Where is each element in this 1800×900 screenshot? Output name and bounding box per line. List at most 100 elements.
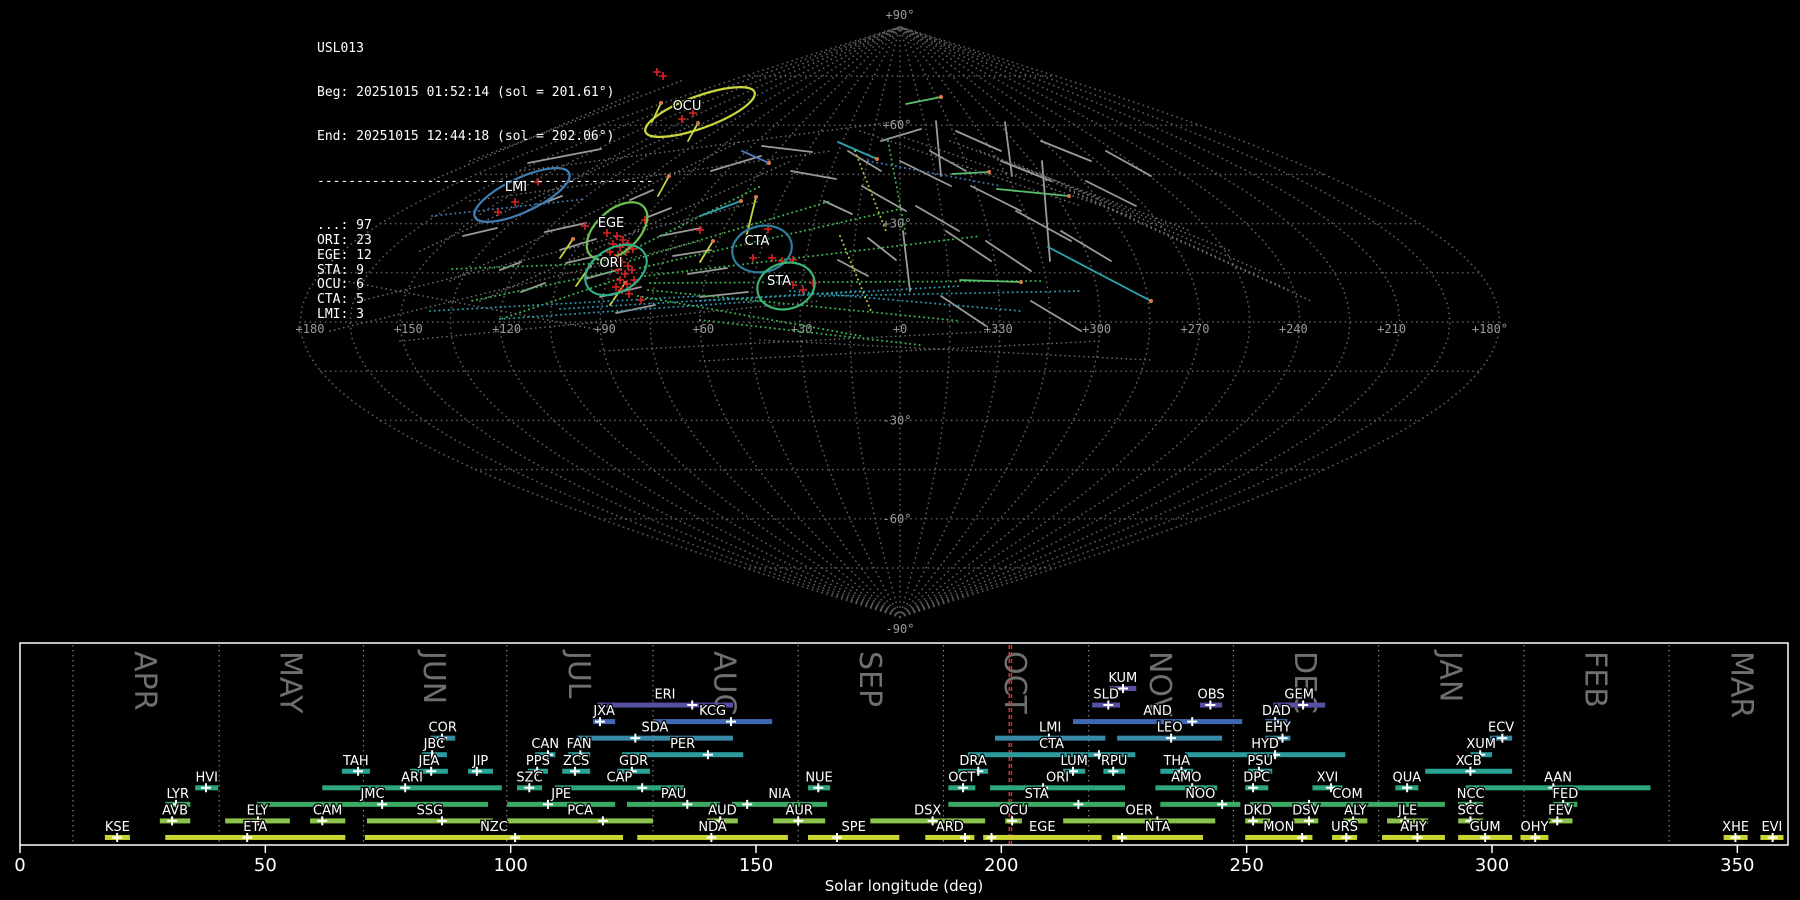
svg-text:NZC: NZC [480,820,508,835]
svg-text:NIA: NIA [768,787,791,802]
svg-text:DSX: DSX [914,803,941,818]
svg-text:GDR: GDR [619,754,648,769]
separator-line: ----------------------------------------… [317,173,654,189]
radiant-cross-icon [696,226,704,234]
svg-text:AUD: AUD [708,803,736,818]
svg-text:FED: FED [1553,787,1579,802]
month-label: APR [127,651,162,710]
shower-count-list: ...: 97 ORI: 23 EGE: 12 STA: 9 OCU: 6 CTA: 5L… [317,218,654,323]
svg-text:EHY: EHY [1265,721,1291,736]
svg-text:XVI: XVI [1317,770,1339,785]
svg-text:LYR: LYR [167,787,190,802]
svg-text:KCG: KCG [699,704,726,719]
svg-text:FAN: FAN [567,737,592,752]
svg-text:XHE: XHE [1722,820,1749,835]
svg-text:+90°: +90° [886,8,915,22]
svg-text:CAP: CAP [606,770,632,785]
session-end: End: 20251015 12:44:18 (sol = 202.06°) [317,129,615,145]
svg-text:COM: COM [1332,787,1363,802]
count-line: LMI: 3 [317,306,364,322]
svg-text:NTA: NTA [1145,820,1171,835]
month-label: JUL [561,649,596,699]
peak-marker-icon [1297,832,1308,842]
svg-text:JLE: JLE [1397,803,1417,818]
svg-text:ERI: ERI [654,688,675,703]
activity-bar-ssg [366,818,494,824]
svg-text:NUE: NUE [805,770,832,785]
month-label: FEB [1578,651,1613,708]
svg-text:AVB: AVB [162,803,188,818]
month-label: MAR [1723,651,1758,718]
svg-text:AAN: AAN [1544,770,1572,785]
svg-text:50: 50 [254,855,277,876]
svg-text:PPS: PPS [526,754,550,769]
svg-text:JBC: JBC [423,737,446,752]
svg-text:LUM: LUM [1061,754,1088,769]
peak-marker-icon [1073,799,1084,809]
activity-bar-jmc [256,801,489,807]
svg-text:DSV: DSV [1292,803,1319,818]
svg-text:COR: COR [429,721,457,736]
svg-text:PAU: PAU [661,787,686,802]
svg-text:+0: +0 [893,322,907,336]
activity-bar-cam [309,818,346,824]
svg-text:+270: +270 [1181,322,1210,336]
radiant-cross-icon [749,254,757,262]
svg-text:CTA: CTA [745,234,770,249]
activity-bar-jpe [507,801,616,807]
session-id: USL013 [317,40,364,56]
svg-text:QUA: QUA [1393,770,1422,785]
activity-bar-ege [983,834,1102,840]
svg-text:HVI: HVI [195,770,218,785]
count-line: OCU: 6 [317,277,364,293]
activity-bar-spe [808,834,900,840]
svg-text:SZC: SZC [516,770,542,785]
svg-text:NOO: NOO [1185,787,1215,802]
svg-text:SSG: SSG [417,803,444,818]
radiant-cross-icon [678,115,686,123]
svg-text:AND: AND [1143,704,1172,719]
month-label: JUN [416,649,451,704]
svg-text:JIP: JIP [472,754,489,769]
svg-text:ECV: ECV [1488,721,1514,736]
svg-text:PCA: PCA [567,803,593,818]
svg-text:-30°: -30° [883,413,912,427]
svg-text:SDA: SDA [641,721,668,736]
radiant-map-and-timeline-canvas: +90°-90°+60°+30°-30°-60°+180 +150 +120 +90 +… [14,8,1789,895]
svg-text:ELY: ELY [247,803,269,818]
svg-text:URS: URS [1331,820,1358,835]
activity-bar-sda [576,735,733,741]
count-line: STA: 9 [317,262,364,278]
svg-text:0: 0 [14,855,25,876]
radiant-cross-icon [653,68,661,76]
svg-text:GEM: GEM [1284,688,1314,703]
radiant-cross-icon [659,72,667,80]
peak-marker-icon [597,816,608,826]
svg-text:300: 300 [1475,855,1509,876]
activity-bar-pca [507,818,653,824]
svg-text:THA: THA [1162,754,1190,769]
svg-text:ARD: ARD [936,820,964,835]
svg-text:STA: STA [1025,787,1049,802]
svg-text:ORI: ORI [1046,770,1069,785]
activity-bar-pau [626,801,721,807]
peak-marker-icon [1117,832,1128,842]
svg-text:150: 150 [739,855,773,876]
svg-text:RPU: RPU [1101,754,1127,769]
svg-text:PER: PER [670,737,695,752]
activity-bar-kcg [652,719,773,725]
month-label: SEP [852,651,887,707]
svg-text:100: 100 [493,855,527,876]
activity-bar-oer [1063,818,1216,824]
svg-text:DAD: DAD [1262,704,1291,719]
svg-text:ARI: ARI [401,770,423,785]
svg-text:ZCS: ZCS [563,754,589,769]
activity-bar-ori [990,785,1125,791]
svg-text:-90°: -90° [886,622,915,636]
svg-text:+210: +210 [1377,322,1406,336]
svg-text:JMC: JMC [359,787,384,802]
svg-text:DKD: DKD [1243,803,1272,818]
activity-bar-sta [948,801,1125,807]
peak-marker-icon [630,733,641,743]
svg-text:STA: STA [767,274,791,289]
